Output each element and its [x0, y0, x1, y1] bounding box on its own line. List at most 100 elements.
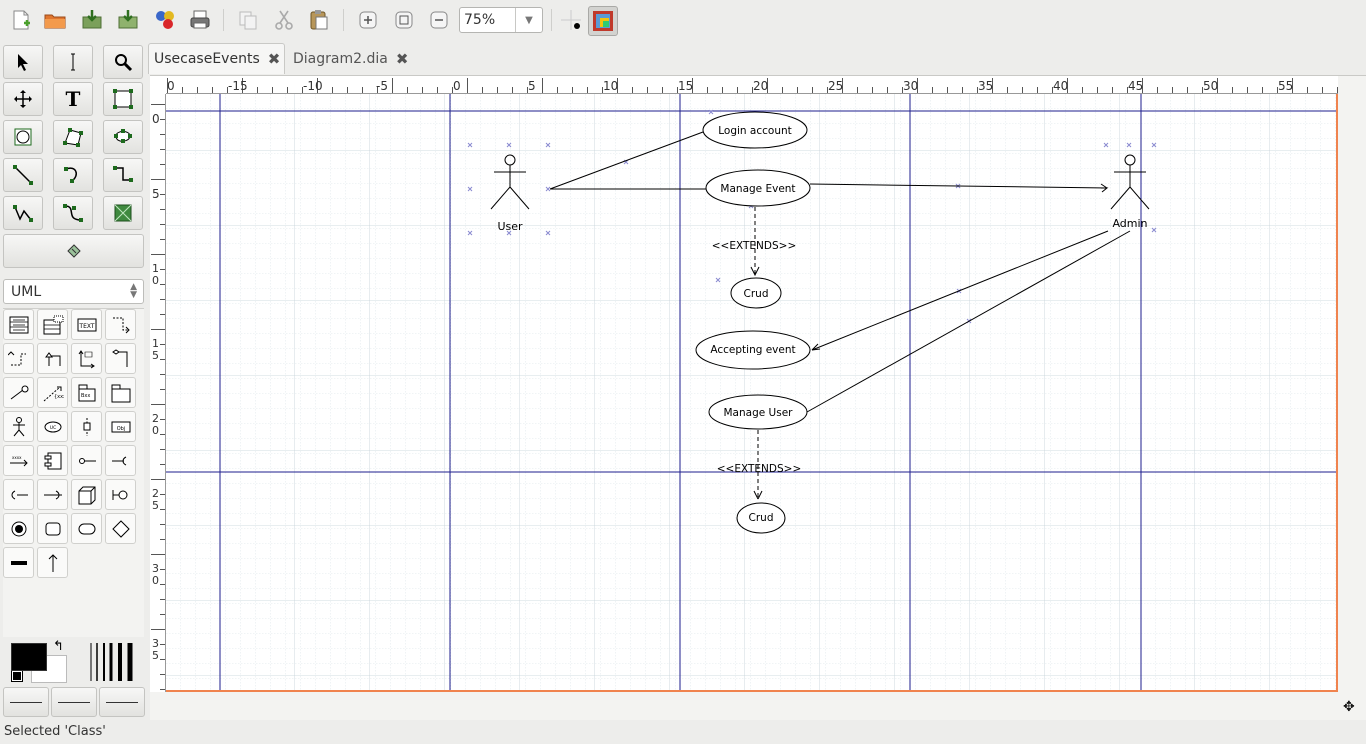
print-button[interactable]: [186, 6, 214, 34]
close-icon[interactable]: ✖: [396, 50, 409, 68]
diagram-canvas[interactable]: User Admin Login account Manage Event Cr…: [166, 94, 1338, 692]
snap-to-objects-button[interactable]: [588, 6, 618, 36]
navigation-move-icon[interactable]: ✥: [1343, 699, 1355, 715]
sheet-name[interactable]: UML: [11, 284, 41, 300]
open-button[interactable]: [41, 6, 69, 34]
swap-colors-icon[interactable]: ↰: [53, 639, 64, 654]
uml-constraint-shape[interactable]: {xxx}: [37, 377, 68, 408]
text-edit-tool[interactable]: [53, 45, 93, 79]
arc-tool[interactable]: [53, 158, 93, 192]
close-icon[interactable]: ✖: [268, 50, 281, 68]
polyline-tool[interactable]: [3, 196, 43, 230]
zoom-combo[interactable]: 75% ▼: [459, 7, 543, 33]
pointer-tool[interactable]: [3, 45, 43, 79]
uml-implements-shape[interactable]: [3, 377, 34, 408]
line-width-icon[interactable]: [89, 643, 135, 681]
zoom-in-button[interactable]: [354, 6, 382, 34]
note-text-icon: TEXT: [77, 318, 96, 331]
beziergon-tool[interactable]: [103, 120, 143, 154]
foreground-color-swatch[interactable]: [11, 643, 47, 671]
magnify-tool[interactable]: [103, 45, 143, 79]
fork-bar-icon: [10, 560, 27, 565]
save-as-button[interactable]: [114, 6, 142, 34]
outline-tool[interactable]: [3, 234, 144, 268]
snap-to-grid-button[interactable]: [557, 6, 585, 34]
sheet-selector[interactable]: UML ▲ ▼: [3, 279, 144, 304]
polygon-tool[interactable]: [53, 120, 93, 154]
usecase-label: Manage User: [724, 407, 794, 419]
uml-fork-shape[interactable]: [3, 547, 34, 578]
uml-template-class-shape[interactable]: [37, 309, 68, 340]
svg-text:{xxx}: {xxx}: [54, 394, 64, 400]
vertical-ruler: 0 5 10 15 20 25 30 35: [150, 94, 166, 692]
start-arrow-button[interactable]: [3, 687, 49, 717]
usecase-crud-1[interactable]: Crud: [730, 277, 782, 309]
uml-object-shape[interactable]: Obj: [105, 411, 136, 442]
uml-initial-state-shape[interactable]: [3, 513, 34, 544]
scroll-tool[interactable]: [3, 82, 43, 116]
line-tool[interactable]: [3, 158, 43, 192]
zoom-out-button[interactable]: [425, 6, 453, 34]
zigzag-line-tool[interactable]: [103, 158, 143, 192]
uml-branch-shape[interactable]: [105, 513, 136, 544]
ellipse-tool[interactable]: [3, 120, 43, 154]
usecase-manage-user[interactable]: Manage User: [708, 394, 808, 430]
tab-diagram2[interactable]: Diagram2.dia ✖: [288, 43, 416, 74]
uml-port-shape[interactable]: [105, 445, 136, 476]
uml-node-shape[interactable]: [71, 479, 102, 510]
ruler-label: 35: [978, 79, 993, 93]
text-tool[interactable]: T: [53, 82, 93, 116]
uml-lifeline-shape[interactable]: [71, 411, 102, 442]
chevron-down-icon[interactable]: ▼: [515, 8, 542, 32]
uml-usecase-shape[interactable]: UC: [37, 411, 68, 442]
uml-interface-required-shape[interactable]: [37, 479, 68, 510]
uml-large-package-shape[interactable]: [105, 377, 136, 408]
uml-transition-shape[interactable]: [37, 547, 68, 578]
uml-interface-left-shape[interactable]: [3, 479, 34, 510]
uml-realizes-shape[interactable]: [3, 343, 34, 374]
copy-button[interactable]: [234, 6, 262, 34]
uml-association-shape[interactable]: [71, 343, 102, 374]
uml-activity-shape[interactable]: [71, 513, 102, 544]
tab-usecaseevents[interactable]: UsecaseEvents ✖: [148, 43, 285, 74]
reset-colors-icon[interactable]: [11, 670, 23, 682]
zoom-value[interactable]: 75%: [464, 12, 495, 28]
uml-generalization-shape[interactable]: [37, 343, 68, 374]
uml-small-package-shape[interactable]: Bxx: [71, 377, 102, 408]
uml-message-shape[interactable]: xxxx: [3, 445, 34, 476]
polyline-icon: [13, 205, 33, 222]
zoom-fit-button[interactable]: [390, 6, 418, 34]
box-tool[interactable]: [103, 82, 143, 116]
ruler-label: 35: [152, 637, 159, 662]
image-tool[interactable]: [103, 196, 143, 230]
paste-button[interactable]: [305, 6, 333, 34]
uml-state-shape[interactable]: [37, 513, 68, 544]
save-button[interactable]: [78, 6, 106, 34]
new-diagram-button[interactable]: [7, 6, 35, 34]
uml-branch-interface-shape[interactable]: [105, 479, 136, 510]
uml-dependency-shape[interactable]: [105, 309, 136, 340]
bezier-line-tool[interactable]: [53, 196, 93, 230]
ruler-label: 25: [828, 79, 843, 93]
association-icon: [78, 349, 95, 368]
uml-actor-shape[interactable]: [3, 411, 34, 442]
line-style-button[interactable]: [51, 687, 97, 717]
export-button[interactable]: [151, 6, 179, 34]
usecase-login-account[interactable]: Login account: [702, 111, 808, 149]
usecase-manage-event[interactable]: Manage Event: [705, 169, 811, 207]
updown-arrow-icon[interactable]: ▲ ▼: [130, 283, 137, 300]
usecase-accepting-event[interactable]: Accepting event: [695, 330, 811, 370]
cut-button[interactable]: [270, 6, 298, 34]
uml-note-shape[interactable]: TEXT: [71, 309, 102, 340]
uml-component-feature-shape[interactable]: [71, 445, 102, 476]
end-arrow-button[interactable]: [99, 687, 145, 717]
uml-component-shape[interactable]: [37, 445, 68, 476]
uml-aggregation-shape[interactable]: [105, 343, 136, 374]
text-t-icon: T: [65, 87, 81, 111]
ruler-label: 15: [678, 79, 693, 93]
ruler-label: 30: [152, 562, 159, 587]
snap-to-objects-icon: [593, 11, 613, 31]
usecase-crud-2[interactable]: Crud: [736, 502, 786, 534]
uml-class-shape[interactable]: [3, 309, 34, 340]
component-icon: [44, 452, 61, 469]
